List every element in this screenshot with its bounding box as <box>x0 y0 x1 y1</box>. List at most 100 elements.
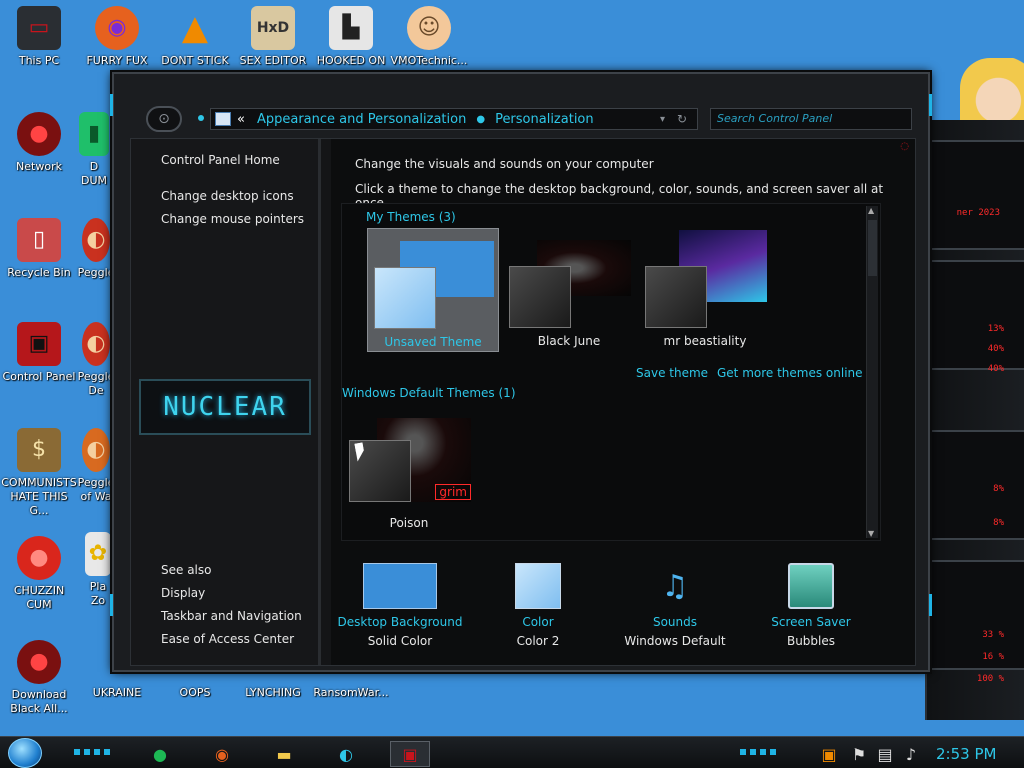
breadcrumb-overflow[interactable]: « <box>237 112 245 127</box>
desktop-icon-sex-editor[interactable]: HxD SEX EDITOR <box>234 6 312 68</box>
page-heading: Change the visuals and sounds on your co… <box>355 157 654 171</box>
color-icon <box>515 563 561 609</box>
theme-list-scrollbar[interactable]: ▲ ▼ <box>866 206 878 538</box>
theme-list[interactable]: My Themes (3) Unsaved Theme Black June m… <box>341 203 881 541</box>
skin-panel <box>927 140 1024 250</box>
desktop-icon-dont-stick[interactable]: ▲ DONT STICK <box>156 6 234 68</box>
theme-color-preview <box>374 267 436 329</box>
skin-header: ner 2023 <box>956 208 1000 218</box>
color-setting[interactable]: Color Color 2 <box>473 563 603 648</box>
download-icon: ● <box>17 640 61 684</box>
chuzzle-icon: ● <box>17 536 61 580</box>
ease-of-access-link[interactable]: Ease of Access Center <box>161 632 294 646</box>
network-icon: ● <box>17 112 61 156</box>
nav-dot-icon <box>198 115 204 121</box>
theme-unsaved[interactable]: Unsaved Theme <box>367 228 499 352</box>
volume-icon[interactable]: ♪ <box>900 741 922 767</box>
taskbar-navigation-link[interactable]: Taskbar and Navigation <box>161 609 302 623</box>
edge-icon[interactable]: ◐ <box>326 741 366 767</box>
address-dropdown-icon[interactable]: ▾ <box>660 114 665 125</box>
desktop-icon-this-pc[interactable]: ▭ This PC <box>0 6 78 68</box>
theme-label: Poison <box>389 516 429 530</box>
sounds-icon: ♫ <box>661 568 689 604</box>
see-also-heading: See also <box>161 563 212 577</box>
spotify-icon[interactable]: ● <box>140 741 180 767</box>
clock[interactable]: 2:53 PM <box>936 745 996 763</box>
address-bar[interactable]: « Appearance and Personalization ● Perso… <box>210 108 698 130</box>
desktop-icon-hooked-on[interactable]: ▙ HOOKED ON <box>312 6 390 68</box>
desktop-icon-chuzzin[interactable]: ● CHUZZIN CUM <box>0 536 78 612</box>
network-tray-icon[interactable]: ▤ <box>874 741 896 767</box>
nuclear-logo: NUCLEAR <box>139 379 311 435</box>
grim-tag: grim <box>435 484 471 500</box>
desktop-icon-furry-fux[interactable]: ◉ FURRY FUX <box>78 6 156 68</box>
control-panel-icon <box>215 112 231 126</box>
control-panel-icon: ▣ <box>17 322 61 366</box>
this-pc-icon: ▭ <box>17 6 61 50</box>
change-desktop-icons-link[interactable]: Change desktop icons <box>161 189 294 203</box>
my-themes-heading: My Themes (3) <box>366 210 456 224</box>
theme-black-june[interactable]: Black June <box>503 228 635 350</box>
firefox-icon: ◉ <box>95 6 139 50</box>
desktop-background-setting[interactable]: Desktop Background Solid Color <box>335 563 465 648</box>
refresh-icon[interactable]: ↻ <box>677 112 687 126</box>
peggle-nights-icon: ◐ <box>82 428 110 472</box>
technician-icon: ☺ <box>407 6 451 50</box>
hex-editor-icon: HxD <box>251 6 295 50</box>
theme-label: mr beastiality <box>663 334 747 348</box>
desktop-icon-peggle-de[interactable]: ◐ Peggle De <box>76 322 116 398</box>
file-explorer-icon[interactable]: ▬ <box>264 741 304 767</box>
scroll-down-icon[interactable]: ▼ <box>868 529 874 538</box>
theme-label: Black June <box>537 334 601 348</box>
sounds-setting[interactable]: ♫ Sounds Windows Default <box>610 563 740 649</box>
main-pane: ◌ Change the visuals and sounds on your … <box>331 139 915 665</box>
screen-saver-setting[interactable]: Screen Saver Bubbles <box>746 563 876 648</box>
breadcrumb-separator-icon: ● <box>476 113 486 125</box>
scroll-thumb[interactable] <box>868 220 877 276</box>
frame-accent <box>110 94 113 116</box>
desktop-background-icon <box>363 563 437 609</box>
desktop-icon-peggle[interactable]: ◐ Peggle <box>76 218 116 280</box>
desktop-icon-ransomware[interactable]: RansomWar... <box>312 676 390 700</box>
desktop-icon-vmo[interactable]: ☺ VMOTechnic... <box>390 6 468 68</box>
scroll-up-icon[interactable]: ▲ <box>868 206 874 215</box>
theme-color-preview <box>645 266 707 328</box>
taskbar-accent <box>74 749 110 755</box>
desktop-icon-ukraine[interactable]: UKRAINE <box>78 676 156 700</box>
desktop-icon-communists[interactable]: $ COMMUNISTS HATE THIS G... <box>0 428 78 518</box>
back-forward-icon[interactable]: ⊙ <box>146 106 182 132</box>
get-more-themes-link[interactable]: Get more themes online <box>717 366 863 380</box>
firefox-icon[interactable]: ◉ <box>202 741 242 767</box>
flag-icon[interactable]: ⚑ <box>848 741 870 767</box>
desktop-icon-control-panel[interactable]: ▣ Control Panel <box>0 322 78 384</box>
help-icon[interactable]: ◌ <box>900 141 909 152</box>
display-link[interactable]: Display <box>161 586 205 600</box>
start-button[interactable] <box>8 738 42 768</box>
theme-mr-beastiality[interactable]: mr beastiality <box>639 228 771 350</box>
frame-accent <box>110 594 113 616</box>
control-panel-taskbar-icon[interactable]: ▣ <box>390 741 430 767</box>
theme-poison[interactable]: grim Poison <box>343 416 475 538</box>
default-themes-heading: Windows Default Themes (1) <box>342 386 516 400</box>
change-mouse-pointers-link[interactable]: Change mouse pointers <box>161 212 304 226</box>
plants-vs-zombies-icon: ✿ <box>85 532 111 576</box>
breadcrumb-personalization[interactable]: Personalization <box>495 112 594 127</box>
control-panel-home-link[interactable]: Control Panel Home <box>161 153 280 167</box>
desktop-icon-oops[interactable]: OOPS <box>156 676 234 700</box>
desktop-icon-recycle-bin[interactable]: ▯ Recycle Bin <box>0 218 78 280</box>
personalization-window[interactable]: ⊙ « Appearance and Personalization ● Per… <box>110 72 932 672</box>
tray-app-icon[interactable]: ▣ <box>818 741 840 767</box>
skin-panel <box>927 430 1024 540</box>
breadcrumb-appearance[interactable]: Appearance and Personalization <box>257 112 466 127</box>
search-input[interactable]: Search Control Panel <box>710 108 912 130</box>
rainmeter-skin: ner 2023 13% 40% 40% 8% 8% 33 % 16 % 100… <box>925 120 1024 720</box>
desktop-icon-lynching[interactable]: LYNCHING <box>234 676 312 700</box>
hooked-icon: ▙ <box>329 6 373 50</box>
desktop-icon-peggle-wa[interactable]: ◐ Peggle of Wa <box>76 428 116 504</box>
frame-accent <box>929 94 932 116</box>
save-theme-link[interactable]: Save theme <box>636 366 708 380</box>
skin-panel <box>927 260 1024 370</box>
screen-saver-icon <box>788 563 834 609</box>
vlc-icon: ▲ <box>181 8 209 48</box>
desktop-icon-download[interactable]: ● Download Black All... <box>0 640 78 716</box>
